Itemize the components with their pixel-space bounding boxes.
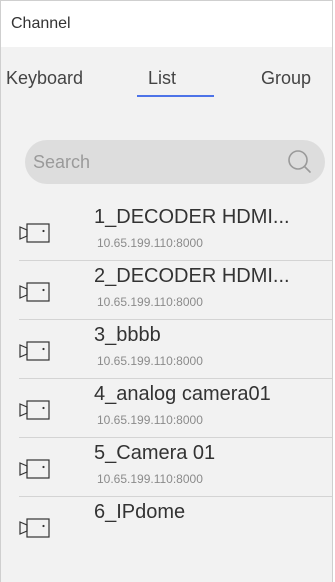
list-item[interactable]: 6_IPdome [19,497,332,556]
channel-screen: Channel Keyboard List Group 1_DECODER HD… [0,0,333,582]
channel-address: 10.65.199.110:8000 [97,295,203,309]
camera-icon [19,223,50,243]
channel-address: 10.65.199.110:8000 [97,472,203,486]
channel-name: 3_bbbb [94,324,161,346]
tab-keyboard[interactable]: Keyboard [6,68,83,89]
channel-address: 10.65.199.110:8000 [97,236,203,250]
list-item[interactable]: 4_analog camera01 10.65.199.110:8000 [19,379,332,438]
camera-icon [19,518,50,538]
tab-list[interactable]: List [148,68,176,89]
active-tab-indicator [137,95,214,97]
topbar: Channel [1,1,332,47]
camera-icon [19,282,50,302]
channel-name: 5_Camera 01 [94,442,216,464]
channel-list: 1_DECODER HDMI... 10.65.199.110:8000 2_D… [1,202,332,556]
list-item[interactable]: 2_DECODER HDMI... 10.65.199.110:8000 [19,261,332,320]
tab-group[interactable]: Group [261,68,311,89]
channel-name: 2_DECODER HDMI... [94,265,290,287]
channel-address: 10.65.199.110:8000 [97,354,203,368]
camera-icon [19,341,50,361]
camera-icon [19,459,50,479]
channel-name: 4_analog camera01 [94,383,271,405]
list-item[interactable]: 3_bbbb 10.65.199.110:8000 [19,320,332,379]
channel-name: 1_DECODER HDMI... [94,206,290,228]
list-item[interactable]: 5_Camera 01 10.65.199.110:8000 [19,438,332,497]
camera-icon [19,400,50,420]
search-bar[interactable] [25,140,325,184]
search-icon[interactable] [287,149,312,174]
page-title: Channel [11,15,71,32]
search-input[interactable] [25,150,265,174]
list-item[interactable]: 1_DECODER HDMI... 10.65.199.110:8000 [19,202,332,261]
channel-name: 6_IPdome [94,501,186,523]
tab-bar: Keyboard List Group [1,47,332,109]
channel-address: 10.65.199.110:8000 [97,413,203,427]
channel-list-panel: 1_DECODER HDMI... 10.65.199.110:8000 2_D… [1,109,332,582]
